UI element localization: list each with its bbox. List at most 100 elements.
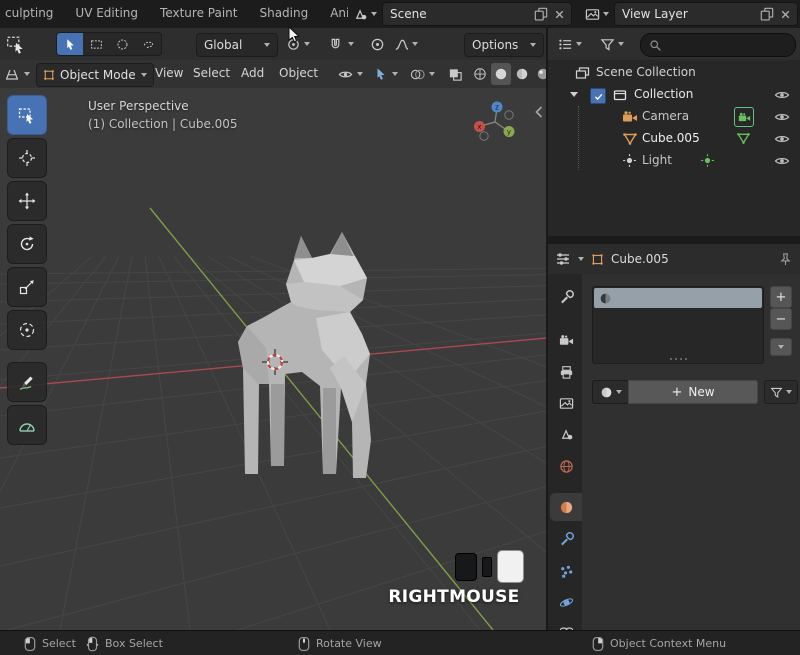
object-visibility-dropdown[interactable] [338,63,363,85]
tool-cursor[interactable] [7,138,47,178]
navigation-gizmo[interactable]: x y z [472,98,518,144]
mode-dropdown[interactable]: Object Mode [36,63,154,87]
outliner-row-collection[interactable]: Collection [548,84,800,106]
menu-add[interactable]: Add [234,60,271,87]
menu-view[interactable]: View [148,60,190,87]
tab-animation[interactable]: Ani [319,0,348,28]
remove-slot-button[interactable]: − [770,308,792,330]
outliner-display-mode-dropdown[interactable] [556,33,584,55]
outliner-row-camera[interactable]: Camera [548,106,800,128]
scene-name-field[interactable]: Scene [382,2,572,26]
menu-select[interactable]: Select [186,60,237,87]
proportional-editing-toggle[interactable] [368,33,387,55]
collection-checkbox[interactable] [590,88,606,104]
proportional-icon [371,38,384,50]
material-slot[interactable] [594,288,762,308]
outliner-row-cube005[interactable]: Cube.005 [548,128,800,150]
xray-icon [449,68,462,81]
tab-output[interactable] [550,358,582,386]
tab-sculpting[interactable]: culpting [0,0,64,28]
outliner-row-light[interactable]: Light [548,150,800,172]
transform-orientation-dropdown[interactable]: Global [196,33,278,57]
tool-select-box[interactable] [7,95,47,135]
menu-object[interactable]: Object [272,60,325,87]
camera-data-badge[interactable] [734,107,754,127]
view-layer-browse-button[interactable] [582,3,612,25]
unlink-scene-button[interactable] [553,8,566,21]
tab-texture-paint[interactable]: Texture Paint [149,0,248,28]
view-layer-name-field[interactable]: View Layer [614,2,798,26]
axis-neg-x[interactable] [504,110,514,120]
proportional-falloff-dropdown[interactable] [392,33,420,55]
overlays-dropdown[interactable] [410,63,435,85]
properties-editor: Cube.005 + − + New [548,244,800,633]
hide-eye-icon[interactable] [774,131,790,147]
outliner-filter-dropdown[interactable] [598,33,626,55]
pin-icon[interactable] [778,252,793,267]
new-material-label: New [688,385,715,399]
axis-neg-y[interactable] [479,131,489,141]
new-material-button[interactable]: + New [628,380,758,404]
chevron-down-icon [357,72,363,76]
shading-rendered-button[interactable] [533,63,547,85]
shading-wireframe-button[interactable] [470,63,490,85]
snap-settings-dropdown[interactable] [346,33,356,55]
tool-annotate[interactable] [7,362,47,402]
tab-render[interactable] [550,326,582,354]
new-view-layer-button[interactable] [760,7,774,21]
select-mode-box[interactable] [83,33,109,55]
shading-material-button[interactable] [512,63,532,85]
add-slot-button[interactable]: + [770,286,792,308]
hide-eye-icon[interactable] [774,109,790,125]
chevron-down-icon [578,257,584,261]
viewport-editor-icon [5,69,19,80]
new-scene-button[interactable] [534,7,548,21]
select-mode-lasso[interactable] [135,33,161,55]
material-slot-list[interactable] [592,286,764,364]
scene-browse-button[interactable] [350,3,380,25]
tool-move[interactable] [7,181,47,221]
tab-scene[interactable] [550,420,582,448]
tab-view-layer[interactable] [550,389,582,417]
list-resize-grip[interactable] [593,358,763,360]
mesh-data-icon[interactable] [736,131,751,146]
tab-shading[interactable]: Shading [248,0,319,28]
sidebar-collapse-arrow[interactable] [533,105,545,119]
tab-particles[interactable] [550,557,582,585]
tool-transform[interactable] [7,310,47,350]
status-label: Select [42,637,76,650]
tab-tool[interactable] [550,283,582,311]
tool-rotate[interactable] [7,224,47,264]
xray-toggle[interactable] [448,63,463,85]
expand-arrow-icon[interactable] [570,92,578,97]
tab-physics[interactable] [550,588,582,616]
hide-eye-icon[interactable] [774,87,790,103]
gizmos-dropdown[interactable] [374,63,398,85]
viewport-3d[interactable]: User Perspective (1) Collection | Cube.0… [0,88,547,630]
outliner-label: Scene Collection [596,65,696,79]
tool-measure[interactable] [7,405,47,445]
select-mode-tweak[interactable] [57,33,83,55]
browse-material-button[interactable] [592,380,630,404]
tab-material[interactable] [550,493,582,521]
link-material-dropdown[interactable] [764,380,798,404]
topbar: culpting UV Editing Texture Paint Shadin… [0,0,800,29]
light-data-icon[interactable] [700,153,715,168]
slot-specials-button[interactable] [770,338,792,356]
select-mode-circle[interactable] [109,33,135,55]
outliner-search-input[interactable] [668,37,782,53]
tab-world[interactable] [550,452,582,480]
shading-solid-button[interactable] [491,63,511,85]
outliner-row-scene-collection[interactable]: Scene Collection [548,62,800,84]
remove-view-layer-button[interactable] [779,8,792,21]
editor-type-dropdown[interactable] [4,63,30,85]
properties-editor-icon[interactable] [555,251,571,267]
snap-toggle[interactable] [326,33,345,55]
tab-uv-editing[interactable]: UV Editing [64,0,149,28]
editor-divider[interactable] [546,28,548,630]
tool-scale[interactable] [7,267,47,307]
hide-eye-icon[interactable] [774,153,790,169]
options-dropdown[interactable]: Options [464,33,544,57]
panel-divider[interactable] [548,236,800,244]
tab-modifiers[interactable] [550,525,582,553]
